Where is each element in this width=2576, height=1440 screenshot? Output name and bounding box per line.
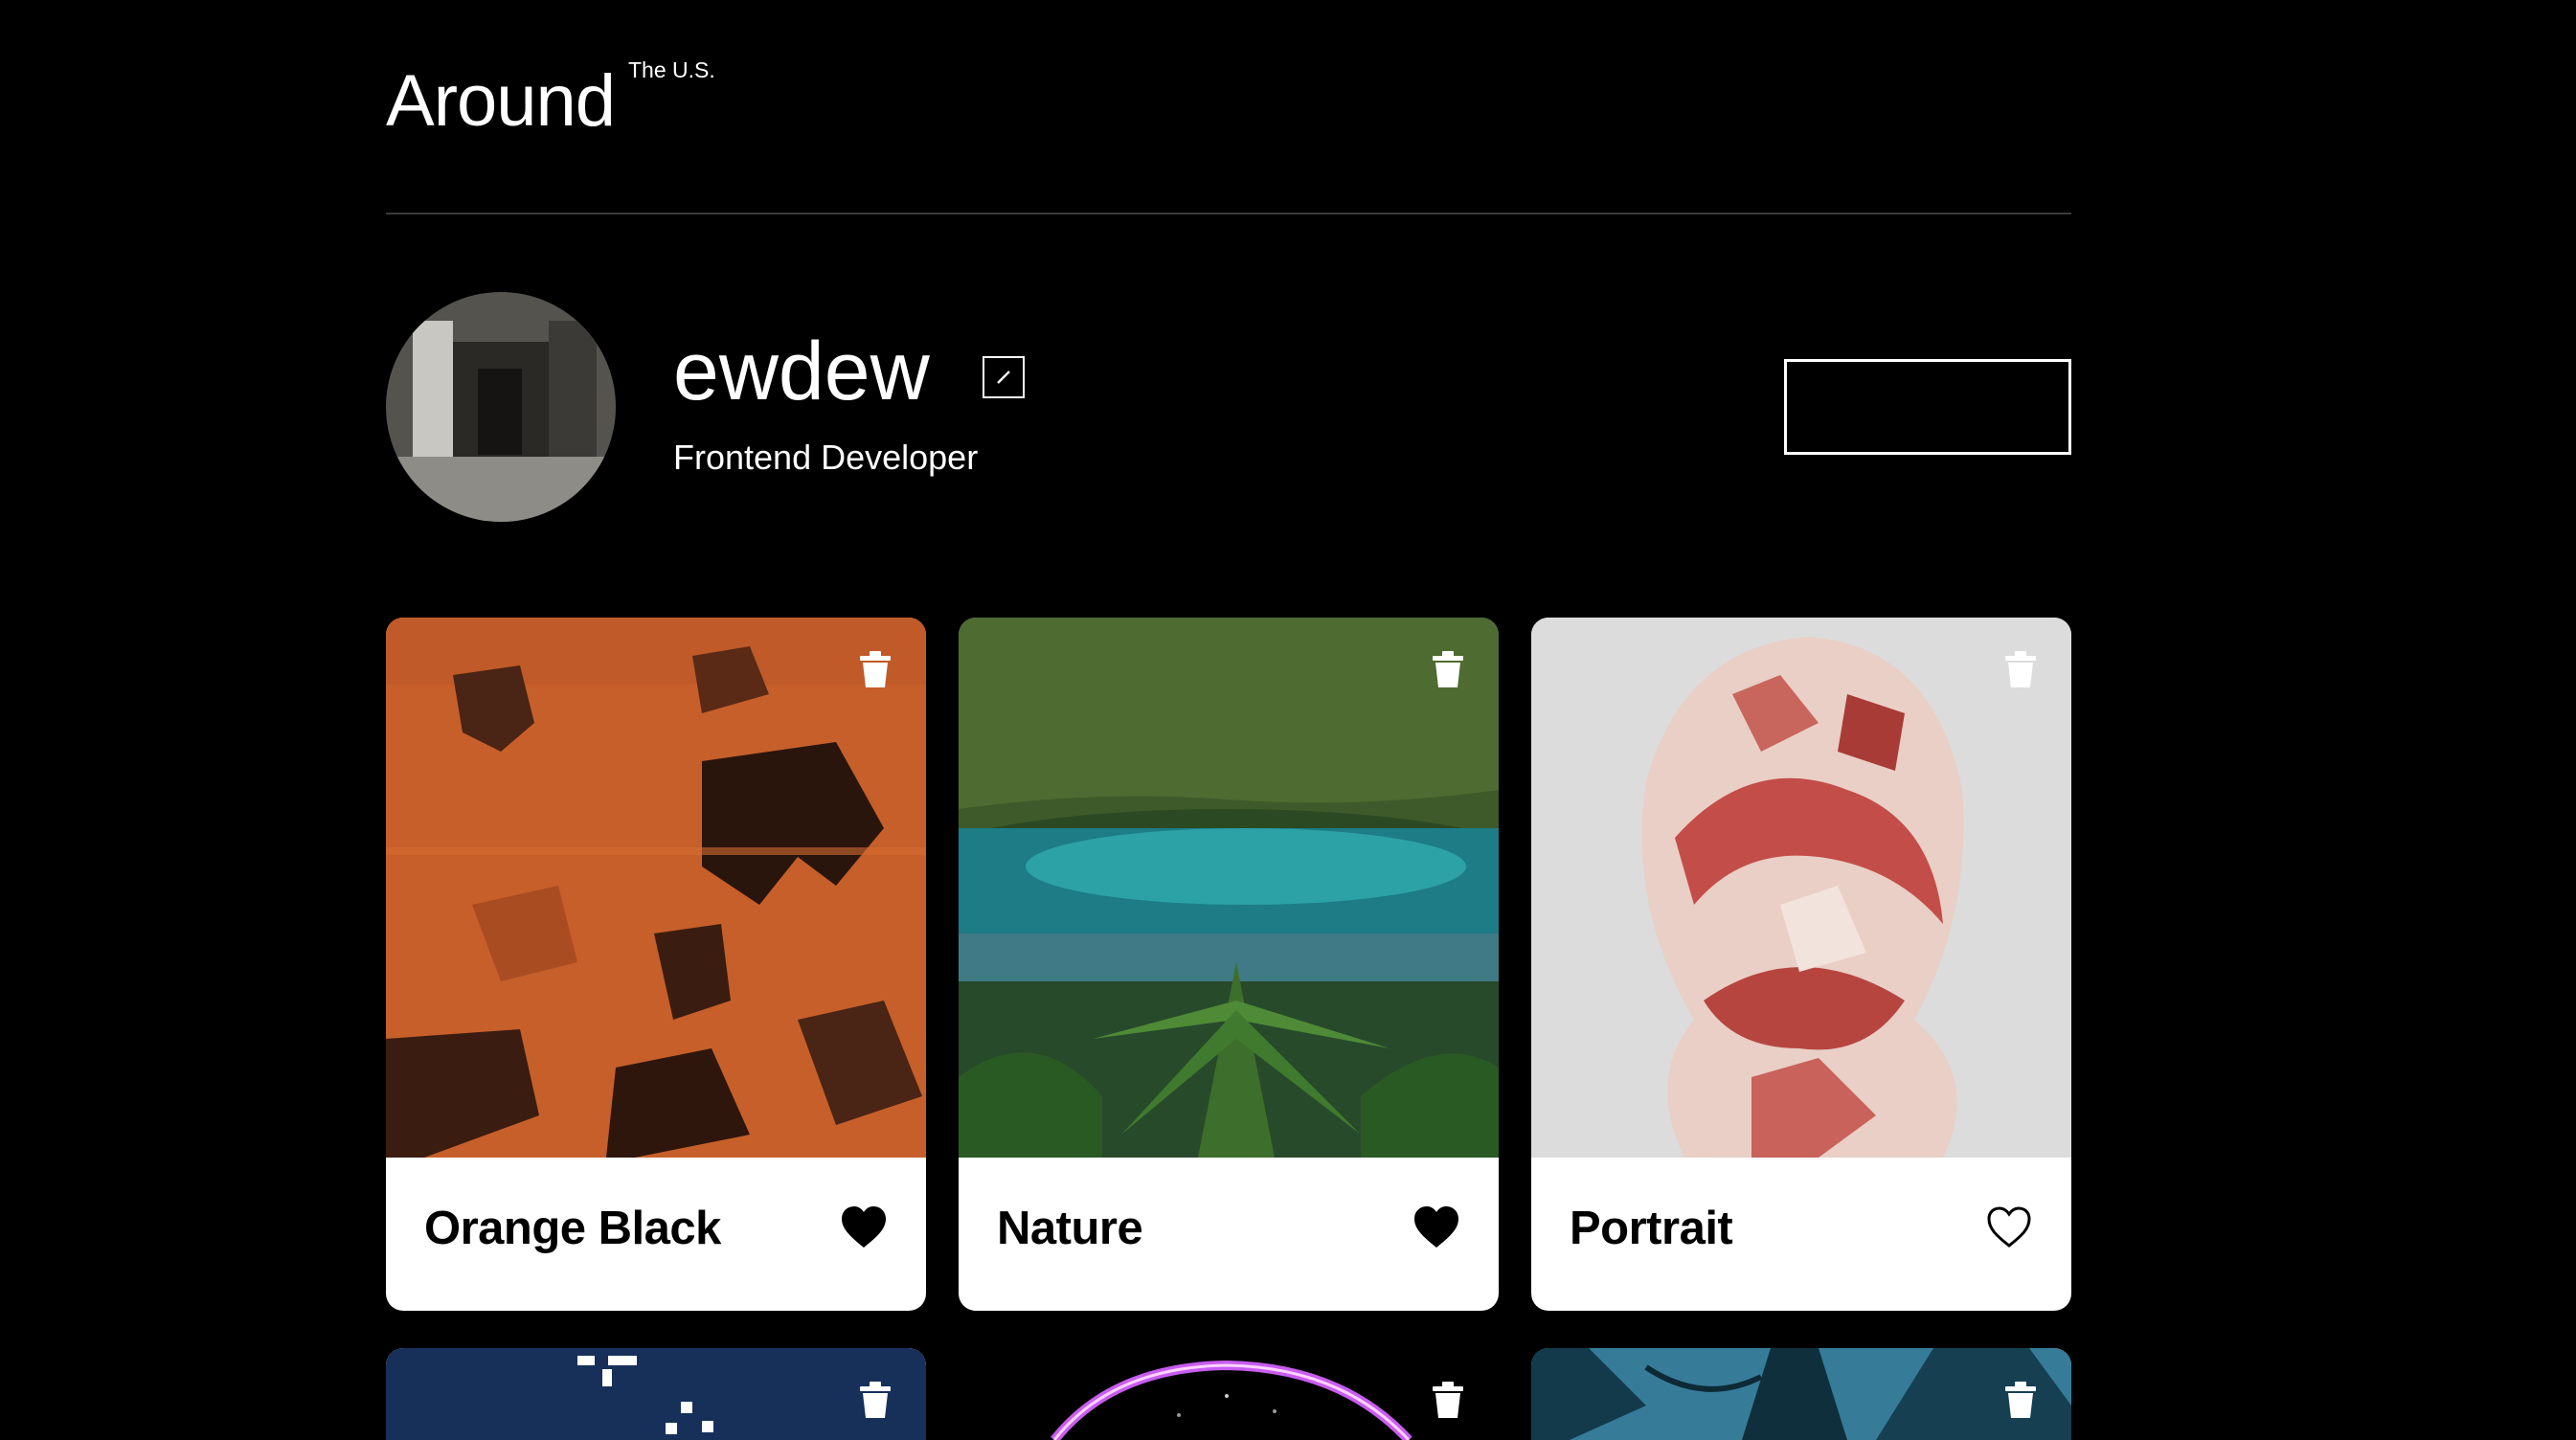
profile-job: Frontend Developer	[673, 438, 979, 477]
card: Portrait	[1531, 618, 2071, 1311]
page: Around The U.S. ewdew Frontend Developer…	[0, 0, 2576, 1440]
card-footer: Nature	[959, 1158, 1499, 1311]
delete-card-button[interactable]	[857, 1381, 893, 1419]
card: Orange Black	[386, 618, 926, 1311]
card-title: Orange Black	[424, 1203, 721, 1254]
header-divider	[386, 213, 2071, 214]
delete-card-button[interactable]	[1430, 650, 1466, 688]
logo-superscript: The U.S.	[628, 57, 715, 82]
delete-card-button[interactable]	[1430, 1381, 1466, 1419]
trash-icon	[860, 1382, 891, 1418]
trash-icon	[1433, 651, 1463, 687]
header: Around The U.S.	[386, 52, 2071, 214]
card-title: Nature	[997, 1203, 1143, 1254]
delete-card-button[interactable]	[2002, 650, 2039, 688]
card-image[interactable]	[959, 1348, 1499, 1440]
avatar-image-floor	[386, 457, 616, 522]
edit-profile-button[interactable]	[983, 356, 1025, 398]
card	[386, 1348, 926, 1440]
avatar-image-right-wall	[549, 321, 597, 474]
heart-filled-icon	[842, 1206, 886, 1248]
trash-icon	[2005, 1382, 2036, 1418]
delete-card-button[interactable]	[857, 650, 893, 688]
card-image[interactable]	[1531, 1348, 2071, 1440]
card-image[interactable]	[386, 1348, 926, 1440]
like-button[interactable]	[1985, 1205, 2033, 1249]
card: Nature	[959, 618, 1499, 1311]
card-image[interactable]	[959, 618, 1499, 1158]
card-image[interactable]	[1531, 618, 2071, 1158]
avatar-image-left-wall	[413, 321, 453, 474]
plus-icon: +	[1912, 378, 1943, 436]
avatar[interactable]	[386, 292, 616, 522]
profile-name: ewdew	[673, 326, 930, 417]
card-footer: Portrait	[1531, 1158, 2071, 1311]
card-title: Portrait	[1570, 1203, 1733, 1254]
pencil-icon	[997, 371, 1010, 384]
avatar-image-door	[478, 369, 522, 455]
trash-icon	[2005, 651, 2036, 687]
like-button[interactable]	[840, 1205, 888, 1249]
like-button[interactable]	[1412, 1205, 1460, 1249]
trash-icon	[1433, 1382, 1463, 1418]
add-card-button[interactable]: +	[1784, 359, 2071, 455]
card-image[interactable]	[386, 618, 926, 1158]
trash-icon	[860, 651, 891, 687]
heart-filled-icon	[1414, 1206, 1458, 1248]
logo-text: Around	[386, 60, 616, 142]
card	[959, 1348, 1499, 1440]
delete-card-button[interactable]	[2002, 1381, 2039, 1419]
card-footer: Orange Black	[386, 1158, 926, 1311]
heart-outline-icon	[1987, 1206, 2031, 1248]
card	[1531, 1348, 2071, 1440]
